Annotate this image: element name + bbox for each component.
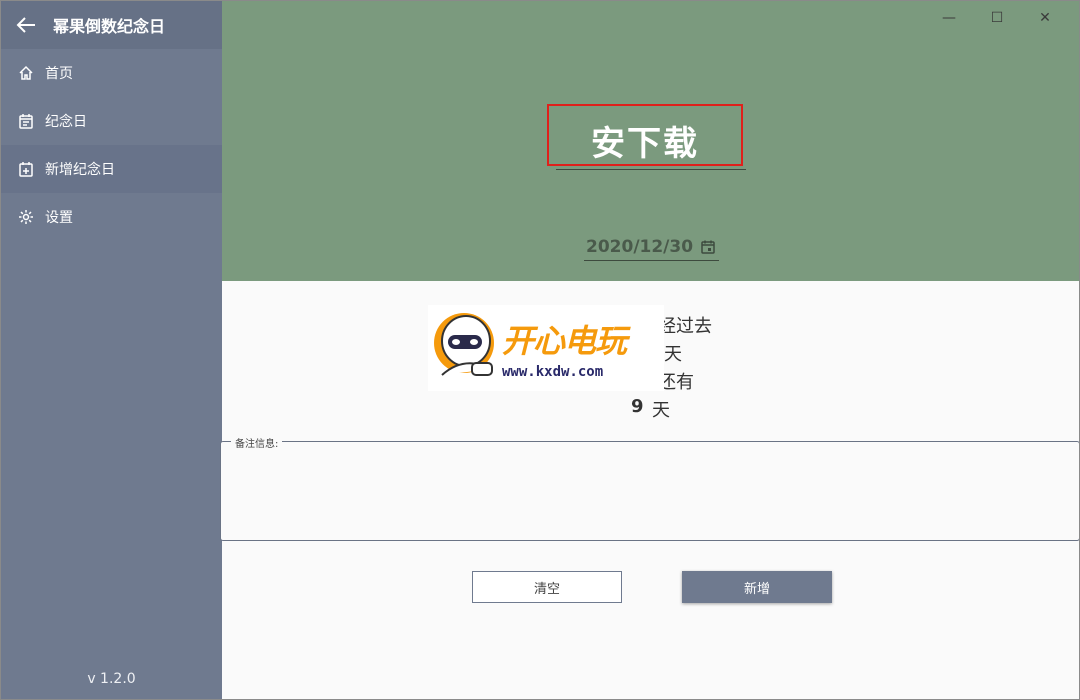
sidebar: 幂果倒数纪念日 首页 纪念日 新增纪念日 设置 v 1.2.0 [1,1,222,699]
result-panel: 经过去 天 还有 9 天 开心电玩 www.kxdw.com [222,281,1079,441]
event-icon [17,112,35,130]
calendar-icon[interactable] [701,239,717,255]
sidebar-item-add-anniversary[interactable]: 新增纪念日 [1,145,222,193]
watermark-brand: 开心电玩 [502,322,627,360]
title-underline [556,169,746,170]
window-controls: — ☐ ✕ [925,7,1069,29]
result-line-passed: 经过去 [658,316,712,337]
days-remaining-count: 9 [631,396,644,417]
watermark-text: 开心电玩 www.kxdw.com [502,316,627,380]
app-window: 幂果倒数纪念日 首页 纪念日 新增纪念日 设置 v 1.2.0 — ☐ ✕ 安下… [0,0,1080,700]
home-icon [17,64,35,82]
watermark-logo: 开心电玩 www.kxdw.com [428,305,664,391]
date-value: 2020/12/30 [586,236,694,257]
sidebar-item-label: 设置 [45,210,73,226]
title-input[interactable]: 安下载 [547,104,743,166]
app-title: 幂果倒数纪念日 [53,17,166,36]
notes-legend: 备注信息: [231,435,283,450]
sidebar-nav: 首页 纪念日 新增纪念日 设置 [1,49,222,241]
calendar-add-icon [17,160,35,178]
sidebar-item-label: 纪念日 [45,114,87,130]
sidebar-item-label: 首页 [45,66,73,82]
close-button[interactable]: ✕ [1021,7,1069,29]
hero-panel: — ☐ ✕ 安下载 2020/12/30 [222,1,1079,281]
main-content: — ☐ ✕ 安下载 2020/12/30 经过去 天 还有 9 天 开心电玩 w… [220,1,1079,699]
sidebar-header: 幂果倒数纪念日 [1,1,222,49]
sidebar-item-anniversary[interactable]: 纪念日 [1,97,222,145]
notes-fieldset: 备注信息: [220,435,1079,541]
minimize-button[interactable]: — [925,7,973,29]
days-unit-label: 天 [652,400,670,421]
sidebar-item-label: 新增纪念日 [45,162,115,178]
sidebar-item-settings[interactable]: 设置 [1,193,222,241]
title-input-value: 安下载 [591,123,699,164]
maximize-button[interactable]: ☐ [973,7,1021,29]
add-button[interactable]: 新增 [682,571,832,603]
watermark-url: www.kxdw.com [502,364,604,380]
result-line-unit: 天 [664,344,682,365]
notes-input[interactable] [233,456,1067,530]
mascot-icon [434,313,494,376]
version-label: v 1.2.0 [87,671,136,687]
clear-button[interactable]: 清空 [472,571,622,603]
sidebar-item-home[interactable]: 首页 [1,49,222,97]
date-picker[interactable]: 2020/12/30 [584,233,719,261]
gear-icon [17,208,35,226]
back-arrow-icon[interactable] [15,14,37,36]
